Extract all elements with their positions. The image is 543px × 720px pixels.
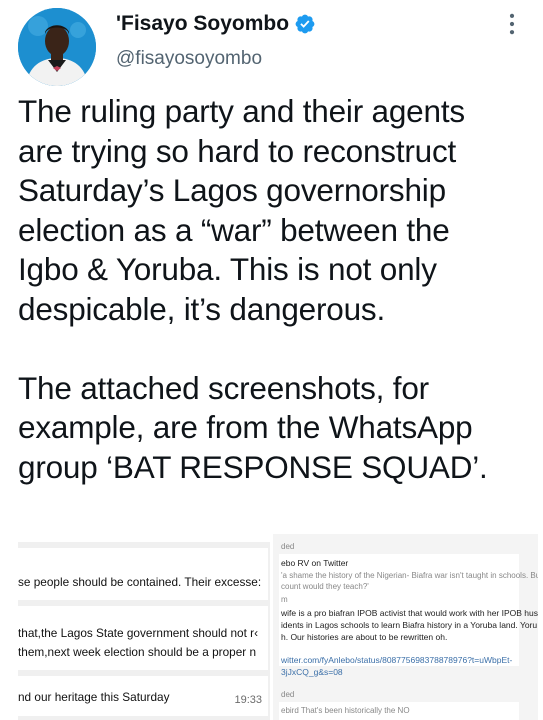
quoted-text: count would they teach?' (281, 582, 369, 591)
tweet-line: Saturday’s Lagos governorship (18, 172, 446, 208)
tweet-line: election as a “war” between the (18, 211, 450, 248)
chat-message: nd our heritage this Saturday 19:33 (18, 676, 268, 716)
tweet-text: The ruling party and their agents are tr… (18, 92, 533, 487)
message-link[interactable]: 3jJxCQ_g&s=08 (281, 667, 343, 677)
tweet-line: example, are from the WhatsApp (18, 409, 473, 445)
message-text: se people should be contained. Their exc… (18, 575, 262, 589)
tweet-line: The attached screenshots, for (18, 369, 429, 406)
message-text: them,next week election should be a prop… (18, 645, 257, 659)
message-sender: ebo RV on Twitter (281, 558, 349, 568)
tweet-paragraph-1: The ruling party and their agents are tr… (18, 92, 533, 329)
message-text: ebird That's been historically the NO (281, 706, 410, 715)
forwarded-label: ded (281, 690, 295, 699)
chat-message: se people should be contained. Their exc… (18, 548, 268, 600)
whatsapp-screenshot-2[interactable]: ded ebo RV on Twitter 'a shame the histo… (273, 534, 538, 720)
tweet-line: Igbo & Yoruba. This is not only (18, 251, 437, 287)
tweet-line: are trying so hard to reconstruct (18, 132, 457, 169)
message-link[interactable]: witter.com/fyAnlebo/status/8087756983788… (281, 655, 512, 665)
tweet-line: The ruling party and their agents (18, 93, 465, 129)
small-label: m (281, 595, 288, 604)
message-text: h. Our histories are about to be rewritt… (281, 632, 448, 642)
verified-badge-icon (295, 14, 315, 34)
tweet-line: group ‘BAT RESPONSE SQUAD’. (18, 448, 488, 485)
message-text: wife is a pro biafran IPOB activist that… (281, 608, 538, 618)
message-text: that,the Lagos State government should n… (18, 626, 259, 640)
author-name[interactable]: 'Fisayo Soyombo (116, 12, 289, 36)
more-options-icon[interactable] (498, 10, 526, 38)
tweet-paragraph-2: The attached screenshots, for example, a… (18, 369, 533, 488)
quoted-text: 'a shame the history of the Nigerian- Bi… (281, 571, 538, 580)
tweet-line: despicable, it’s dangerous. (18, 290, 386, 327)
tweet-media[interactable]: se people should be contained. Their exc… (18, 534, 538, 720)
author-handle[interactable]: @fisayosoyombo (116, 48, 262, 70)
message-text: nd our heritage this Saturday (18, 690, 170, 704)
avatar[interactable] (18, 8, 96, 86)
chat-message: that,the Lagos State government should n… (18, 606, 268, 670)
message-time: 19:33 (234, 694, 262, 706)
whatsapp-screenshot-1[interactable]: se people should be contained. Their exc… (18, 542, 270, 720)
message-text: idents in Lagos schools to learn Biafra … (281, 620, 538, 630)
profile-photo (18, 8, 96, 86)
forwarded-label: ded (281, 542, 295, 551)
tweet-header: 'Fisayo Soyombo @fisayosoyombo (0, 0, 543, 90)
